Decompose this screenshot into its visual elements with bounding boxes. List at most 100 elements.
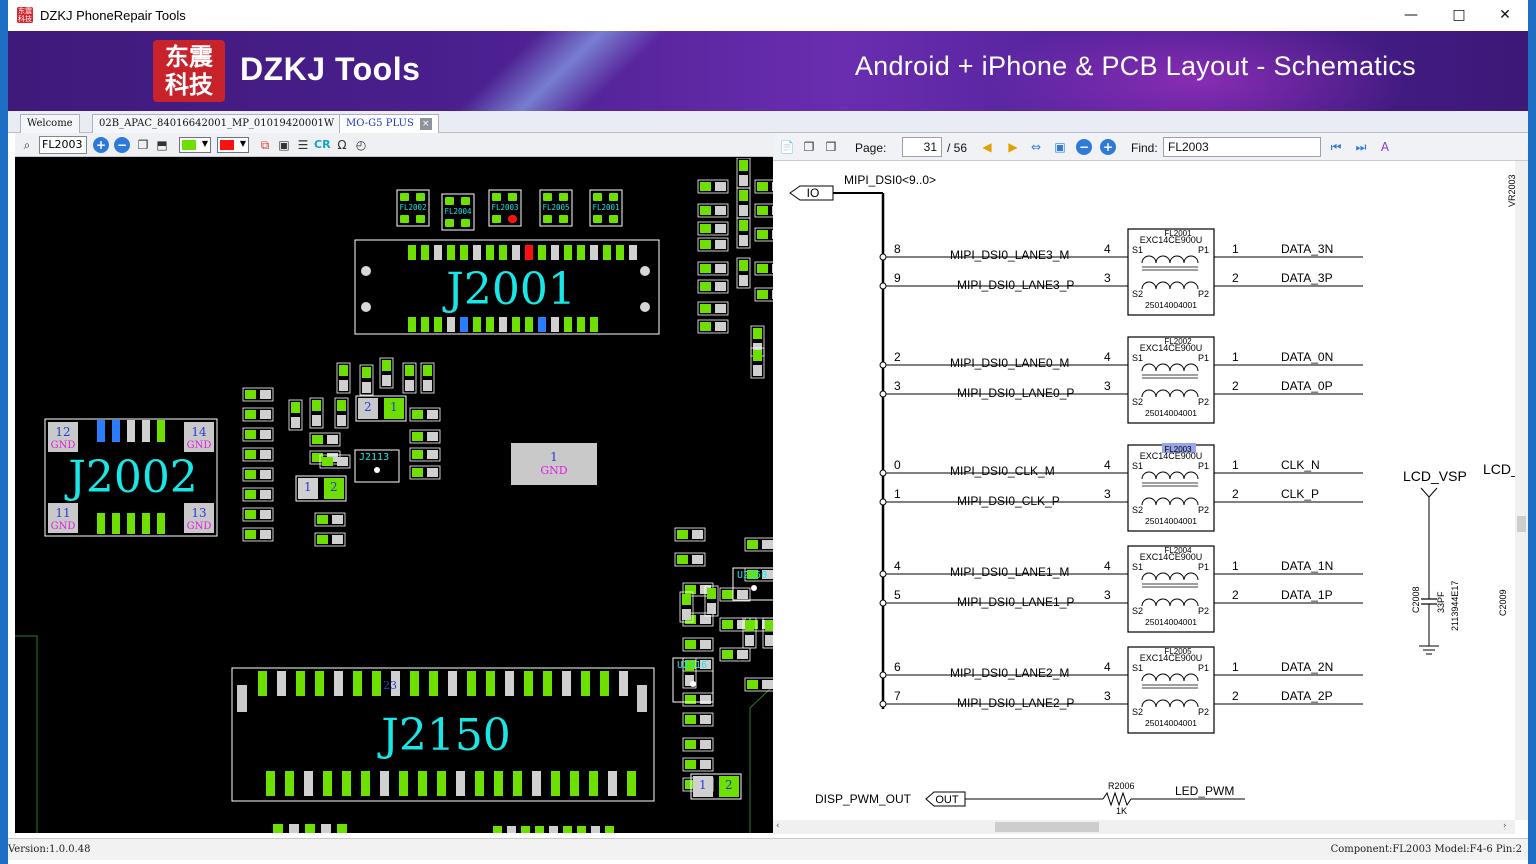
zoom-in-icon[interactable]: + — [1100, 139, 1116, 155]
smd-pad — [757, 182, 768, 191]
pad-number: 12 — [55, 425, 70, 439]
zoom-out-icon[interactable]: − — [114, 137, 130, 153]
horizontal-scroll-thumb[interactable] — [995, 822, 1099, 832]
list-icon[interactable]: ☰ — [295, 137, 311, 153]
smd-part — [242, 407, 274, 422]
tab-mo-g5-plus[interactable]: MO-G5 PLUS × — [339, 114, 439, 133]
cap-pn: 2113944E17 — [1450, 581, 1460, 631]
connector-pin — [590, 245, 598, 260]
smd-pad — [427, 432, 438, 441]
schematic-viewer[interactable]: 📄 ❐ ❒ Page: 31 / 56 ◀ ▶ ⇔ ▣ − + Find: FL… — [773, 133, 1528, 834]
smd-part — [682, 757, 714, 772]
smd-pad — [260, 490, 271, 499]
next-page-icon[interactable]: ▶ — [1005, 139, 1021, 155]
banner: 东震 科技 DZKJ Tools Android + iPhone & PCB … — [8, 31, 1528, 111]
smd-pad — [700, 640, 711, 649]
save-icon[interactable]: ❐ — [801, 139, 817, 155]
tab-close-icon[interactable]: × — [419, 117, 432, 130]
smd-pad — [260, 430, 271, 439]
connector-pin — [421, 317, 429, 332]
net-name: MIPI_DSI0_LANE1_P — [957, 595, 1074, 609]
smd-part — [309, 432, 341, 447]
pwm-net: DISP_PWM_OUT — [815, 792, 912, 806]
smd-pad — [337, 824, 347, 833]
connector-pin — [372, 671, 381, 696]
copy-icon[interactable]: ❐ — [135, 137, 151, 153]
pin-s2: S2 — [1132, 606, 1143, 616]
smd-pad — [412, 468, 423, 477]
highlight-color-picker[interactable]: ▼ — [217, 137, 249, 153]
layer-icon[interactable]: ⧉ — [257, 137, 273, 153]
net-name: MIPI_DSI0_LANE2_M — [950, 666, 1069, 680]
flip-icon[interactable]: ⬒ — [154, 137, 170, 153]
smd-pad — [405, 365, 414, 376]
smd-part — [242, 447, 274, 462]
fit-width-icon[interactable]: ⇔ — [1028, 139, 1044, 155]
zoom-out-icon[interactable]: − — [1076, 139, 1092, 155]
connector-pin — [353, 671, 362, 696]
vertical-scrollbar[interactable] — [1515, 161, 1528, 820]
page-input[interactable]: 31 — [902, 137, 942, 157]
smd-pad — [245, 430, 256, 439]
image-icon[interactable]: ▣ — [276, 137, 292, 153]
scroll-right-icon[interactable]: › — [1503, 821, 1507, 831]
open-icon[interactable]: 📄 — [779, 139, 795, 155]
pcb-search-input[interactable]: FL2003 — [39, 136, 87, 154]
pin-out: 2 — [1232, 689, 1239, 703]
page-total: / 56 — [947, 141, 968, 155]
net-name: MIPI_DSI0_CLK_M — [950, 464, 1055, 478]
smd-part — [409, 447, 441, 462]
smd-pad — [715, 322, 726, 331]
out-net: DATA_0N — [1281, 350, 1333, 364]
schematic-canvas[interactable]: IOMIPI_DSI0<9..0> VR2003FL2001EXC14CE900U… — [773, 161, 1515, 820]
find-next-icon[interactable]: ⏭ — [1353, 139, 1369, 155]
bus-index: 5 — [894, 588, 901, 602]
fit-page-icon[interactable]: ▣ — [1052, 139, 1068, 155]
scroll-left-icon[interactable]: ‹ — [776, 821, 780, 831]
zoom-in-icon[interactable]: + — [93, 137, 109, 153]
cr-button[interactable]: CR — [314, 137, 331, 153]
connector-pin — [551, 771, 560, 796]
smd-pad — [260, 470, 271, 479]
smd-pad — [700, 206, 711, 215]
find-prev-icon[interactable]: ⏮ — [1328, 139, 1344, 155]
smd-pad — [722, 650, 733, 659]
smd-pad — [685, 740, 696, 749]
smd-pad — [260, 530, 271, 539]
omega-icon[interactable]: Ω — [334, 137, 350, 153]
smd-part — [314, 532, 346, 547]
smd-pad — [405, 380, 414, 391]
pad-color-picker[interactable]: ▼ — [179, 137, 211, 153]
close-icon[interactable]: ✕ — [1482, 0, 1528, 31]
maximize-icon[interactable]: □ — [1436, 0, 1482, 31]
smd-pad — [685, 695, 696, 704]
vertical-scroll-thumb[interactable] — [1517, 516, 1526, 532]
print-icon[interactable]: ❒ — [823, 139, 839, 155]
prev-page-icon[interactable]: ◀ — [979, 139, 995, 155]
smd-part — [242, 507, 274, 522]
bus-tap — [879, 253, 887, 261]
tab-board-file[interactable]: 02B_APAC_84016642001_MP_01019420001W — [92, 114, 342, 133]
find-label: Find: — [1131, 141, 1158, 155]
search-icon[interactable]: ⌕ — [19, 137, 35, 153]
smd-pad — [412, 432, 423, 441]
connector-pin — [456, 771, 465, 796]
pin-out: 2 — [1232, 271, 1239, 285]
minimize-icon[interactable]: — — [1388, 0, 1434, 31]
out-net: DATA_0P — [1281, 379, 1333, 393]
smd-pad — [745, 635, 754, 646]
connector-pin — [112, 420, 120, 442]
text-highlight-icon[interactable]: A — [1377, 139, 1393, 155]
board-edge — [15, 635, 38, 833]
smd-part — [359, 364, 374, 396]
connector-pin — [505, 671, 514, 696]
pin-p2: P2 — [1198, 606, 1209, 616]
find-input[interactable]: FL2003 — [1163, 137, 1321, 157]
tab-welcome[interactable]: Welcome — [20, 114, 80, 133]
pcb-viewer[interactable]: ⌕ FL2003 + − ❐ ⬒ ▼ ▼ ⧉ ▣ ☰ CR Ω ◴ FL2002… — [15, 133, 773, 833]
smd-pad — [757, 264, 768, 273]
pcb-canvas[interactable]: FL2002 FL2004 FL2003 FL2005 FL2001J200112GND… — [15, 158, 773, 833]
horizontal-scrollbar[interactable]: ‹ › — [773, 820, 1515, 834]
bus-label: MIPI_DSI0<9..0> — [844, 173, 936, 187]
refresh-icon[interactable]: ◴ — [353, 137, 369, 153]
